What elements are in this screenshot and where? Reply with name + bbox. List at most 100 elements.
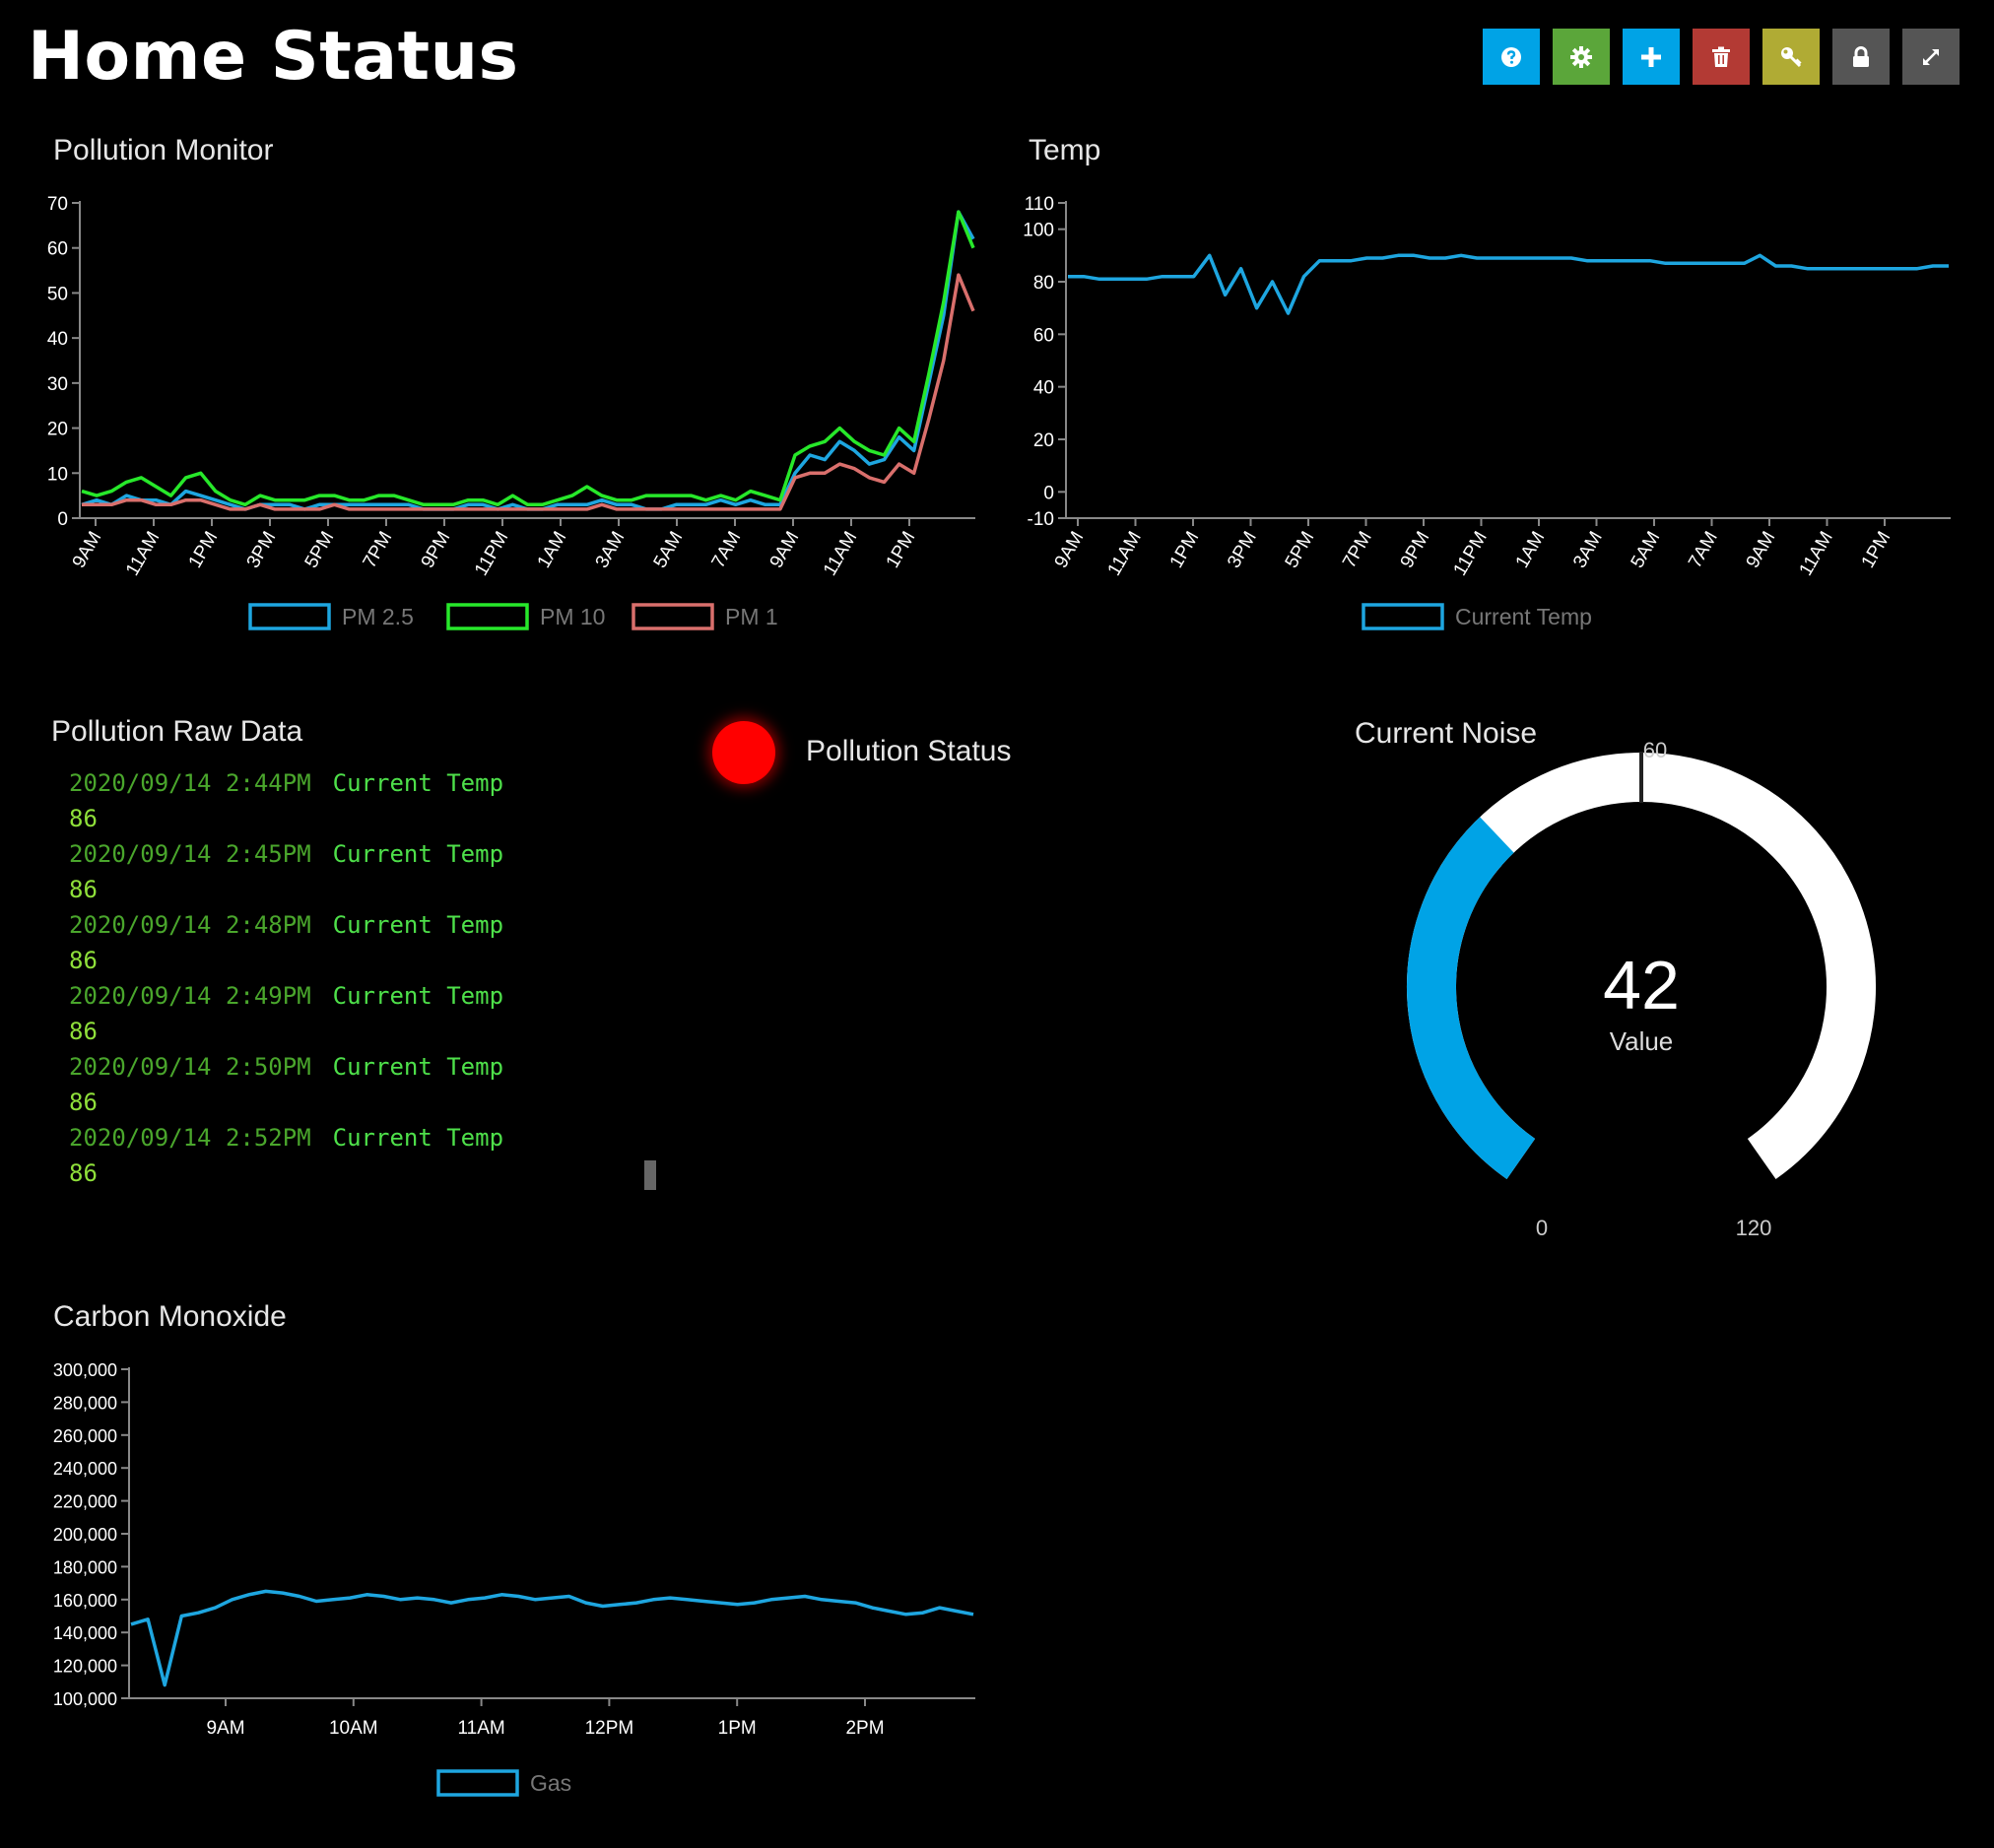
- log-value: 86: [69, 1018, 98, 1045]
- log-label: Current Temp: [332, 840, 504, 868]
- raw-data-log: 2020/09/14 2:44PM Current Temp 86 2020/09/1…: [69, 765, 503, 1191]
- log-label: Current Temp: [332, 911, 504, 939]
- legend-swatch: [631, 603, 714, 630]
- carbon-monoxide-title: Carbon Monoxide: [53, 1300, 287, 1333]
- scrollbar-thumb[interactable]: [644, 1160, 656, 1190]
- log-value: 86: [69, 1159, 98, 1187]
- log-timestamp: 2020/09/14 2:45PM: [69, 840, 311, 868]
- x-tick-label: 1AM: [1512, 528, 1550, 571]
- x-tick-label: 12PM: [585, 1718, 634, 1739]
- temp-chart[interactable]: -10 0 20 40 60 80 100 110 9AM 11AM 1PM 3PM 5PM 7PM 9PM…: [985, 177, 1994, 650]
- carbon-monoxide-chart[interactable]: 100,000 120,000 140,000 160,000 180,000 200,0…: [0, 1350, 995, 1813]
- add-button[interactable]: [1623, 29, 1680, 85]
- x-tick-label: 1AM: [534, 528, 571, 571]
- pollution-monitor-chart[interactable]: 0 10 20 30 40 50 60 70 9AM 11AM 1PM 3PM 5PM 7PM 9PM 11P…: [0, 177, 995, 650]
- x-tick-label: 1PM: [185, 528, 223, 571]
- help-button[interactable]: [1483, 29, 1540, 85]
- legend-label: PM 10: [540, 604, 605, 629]
- log-timestamp: 2020/09/14 2:50PM: [69, 1053, 311, 1081]
- key-button[interactable]: [1762, 29, 1820, 85]
- y-tick-label: 220,000: [53, 1492, 117, 1512]
- y-tick-label: 260,000: [53, 1426, 117, 1446]
- noise-gauge: 60 0 120 42 Value: [1407, 738, 1876, 1240]
- y-tick-label: 140,000: [53, 1623, 117, 1643]
- legend-swatch: [248, 603, 331, 630]
- series-line: [130, 1589, 974, 1687]
- log-value: 86: [69, 876, 98, 903]
- log-label: Current Temp: [332, 769, 504, 797]
- gauge-fill: [1407, 817, 1536, 1179]
- delete-button[interactable]: [1693, 29, 1750, 85]
- x-tick-label: 9PM: [1397, 528, 1434, 571]
- y-tick-label: 100: [1023, 221, 1054, 241]
- temp-title: Temp: [1029, 134, 1101, 166]
- x-tick-label: 7AM: [708, 528, 746, 571]
- log-timestamp: 2020/09/14 2:52PM: [69, 1124, 311, 1152]
- y-tick-label: 70: [47, 194, 68, 215]
- x-tick-label: 11PM: [1450, 528, 1492, 579]
- x-tick-label: 9AM: [1051, 528, 1089, 571]
- pollution-status-indicator: [712, 721, 775, 784]
- x-tick-label: 2PM: [845, 1718, 884, 1739]
- x-tick-label: 1PM: [883, 528, 920, 571]
- x-tick-label: 1PM: [1858, 528, 1895, 571]
- lock-button[interactable]: [1832, 29, 1890, 85]
- legend-label: PM 2.5: [342, 604, 414, 629]
- y-tick-label: 0: [1043, 483, 1054, 503]
- log-value: 86: [69, 1089, 98, 1116]
- y-tick-label: 200,000: [53, 1525, 117, 1545]
- x-tick-label: 10AM: [329, 1718, 378, 1739]
- x-tick-label: 9PM: [418, 528, 455, 571]
- y-tick-label: 0: [57, 509, 68, 530]
- x-tick-label: 9AM: [206, 1718, 244, 1739]
- y-tick-label: 30: [47, 374, 68, 395]
- log-entry: 2020/09/14 2:52PM Current Temp: [69, 1120, 503, 1155]
- x-tick-label: 5PM: [301, 528, 339, 571]
- x-tick-label: 11AM: [1104, 528, 1146, 579]
- y-tick-label: 20: [1033, 430, 1054, 451]
- settings-button[interactable]: [1553, 29, 1610, 85]
- y-tick-label: 40: [47, 329, 68, 350]
- log-value: 86: [69, 805, 98, 832]
- log-timestamp: 2020/09/14 2:44PM: [69, 769, 311, 797]
- series-line: [1068, 253, 1949, 315]
- y-tick-label: 120,000: [53, 1657, 117, 1677]
- legend-swatch: [446, 603, 529, 630]
- y-tick-label: 180,000: [53, 1557, 117, 1577]
- x-tick-label: 7PM: [1339, 528, 1376, 571]
- log-label: Current Temp: [332, 1053, 504, 1081]
- log-entry: 2020/09/14 2:45PM Current Temp: [69, 836, 503, 872]
- log-label: Current Temp: [332, 1124, 504, 1152]
- lock-icon: [1853, 45, 1869, 67]
- log-entry: 2020/09/14 2:44PM Current Temp: [69, 765, 503, 801]
- log-timestamp: 2020/09/14 2:49PM: [69, 982, 311, 1010]
- log-label: Current Temp: [332, 982, 504, 1010]
- x-tick-label: 3PM: [243, 528, 281, 571]
- x-tick-label: 11PM: [471, 528, 512, 579]
- fullscreen-button[interactable]: [1902, 29, 1960, 85]
- y-tick-label: 240,000: [53, 1459, 117, 1479]
- x-tick-label: 3PM: [1224, 528, 1261, 571]
- key-icon: [1781, 46, 1802, 67]
- pollution-monitor-title: Pollution Monitor: [53, 134, 274, 166]
- x-tick-label: 11AM: [820, 528, 861, 579]
- legend-label: PM 1: [725, 604, 778, 629]
- y-tick-label: 300,000: [53, 1360, 117, 1380]
- y-tick-label: 60: [47, 239, 68, 260]
- x-tick-label: 5AM: [1628, 528, 1665, 571]
- help-icon: [1501, 46, 1521, 67]
- x-tick-label: 5PM: [1282, 528, 1319, 571]
- gauge-mid-label: 60: [1643, 738, 1667, 762]
- x-tick-label: 11AM: [122, 528, 164, 579]
- y-tick-label: 50: [47, 284, 68, 304]
- gauge-value: 42: [1603, 947, 1680, 1023]
- log-entry: 2020/09/14 2:49PM Current Temp: [69, 978, 503, 1014]
- pollution-status-label: Pollution Status: [806, 735, 1012, 767]
- expand-icon: [1923, 48, 1939, 65]
- gauge-unit-label: Value: [1610, 1026, 1674, 1056]
- legend-swatch: [1362, 603, 1444, 630]
- toolbar: [1483, 29, 1960, 85]
- trash-icon: [1712, 46, 1730, 67]
- y-tick-label: 160,000: [53, 1591, 117, 1611]
- log-entry: 2020/09/14 2:48PM Current Temp: [69, 907, 503, 943]
